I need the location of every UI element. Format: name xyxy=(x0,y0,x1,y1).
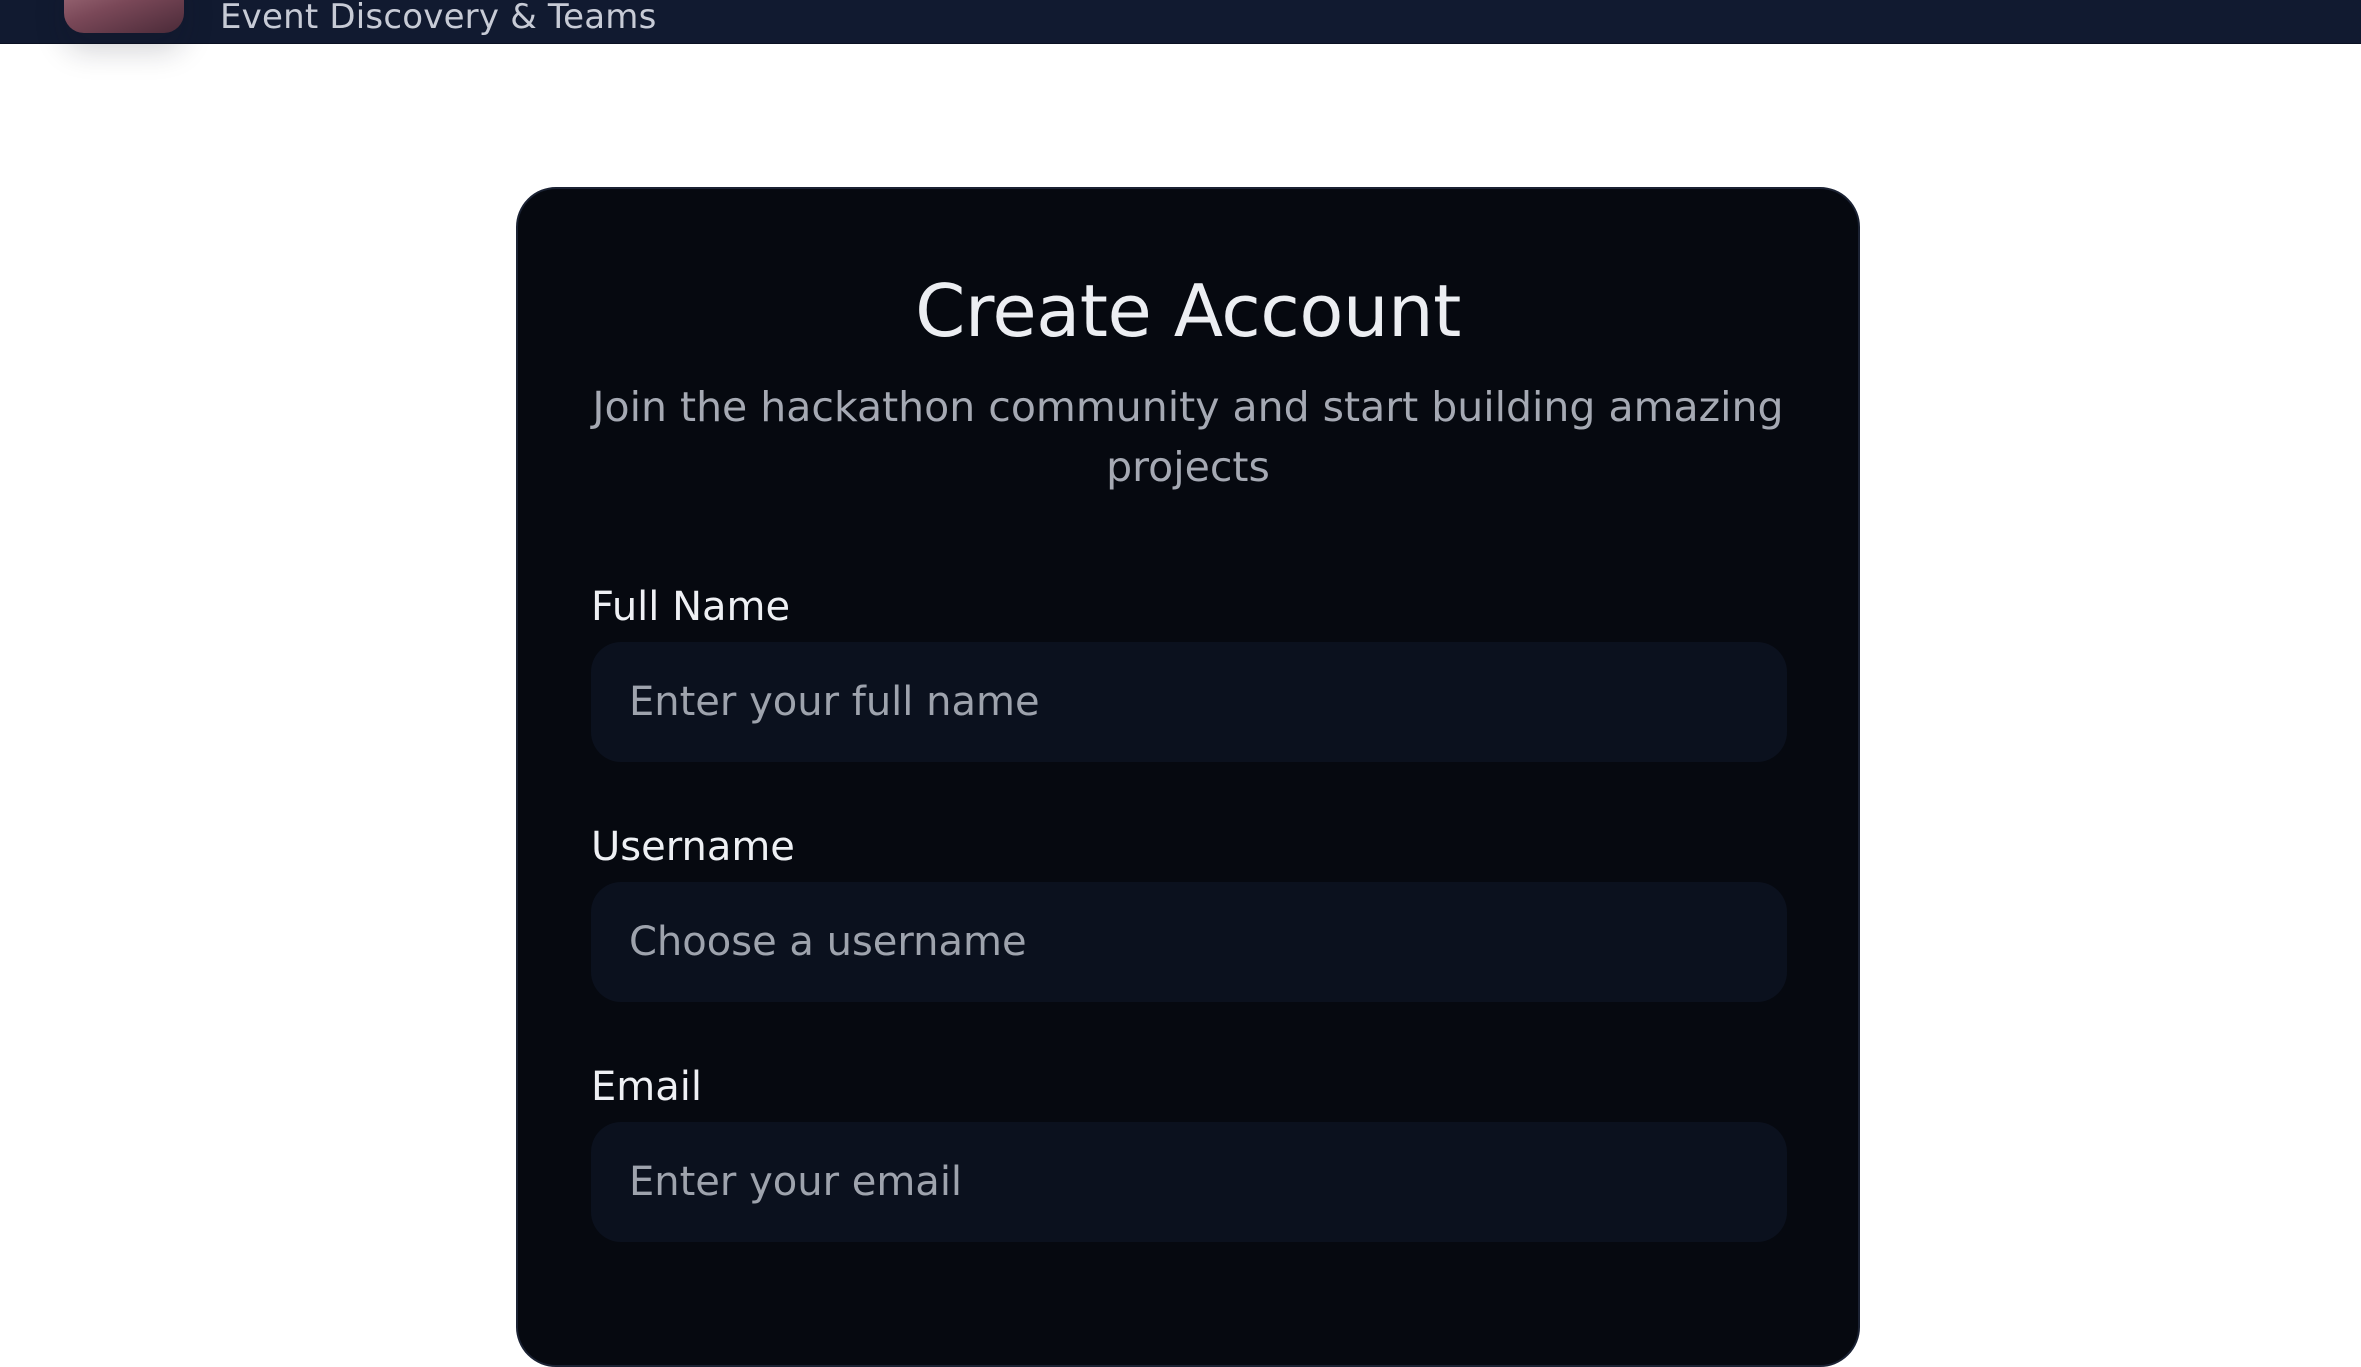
full-name-input[interactable] xyxy=(591,642,1787,762)
app-logo-icon[interactable] xyxy=(64,0,184,33)
page-subtitle: Join the hackathon community and start b… xyxy=(592,383,1784,491)
username-label: Username xyxy=(591,824,795,870)
page-title: Create Account xyxy=(915,269,1461,353)
email-label: Email xyxy=(591,1064,702,1110)
email-input[interactable] xyxy=(591,1122,1787,1242)
username-input[interactable] xyxy=(591,882,1787,1002)
signup-card: Create Account Join the hackathon commun… xyxy=(516,187,1860,1367)
full-name-label: Full Name xyxy=(591,584,791,630)
brand-subtitle: Event Discovery & Teams xyxy=(220,0,657,37)
top-navbar: Event Discovery & Teams xyxy=(0,0,2361,44)
